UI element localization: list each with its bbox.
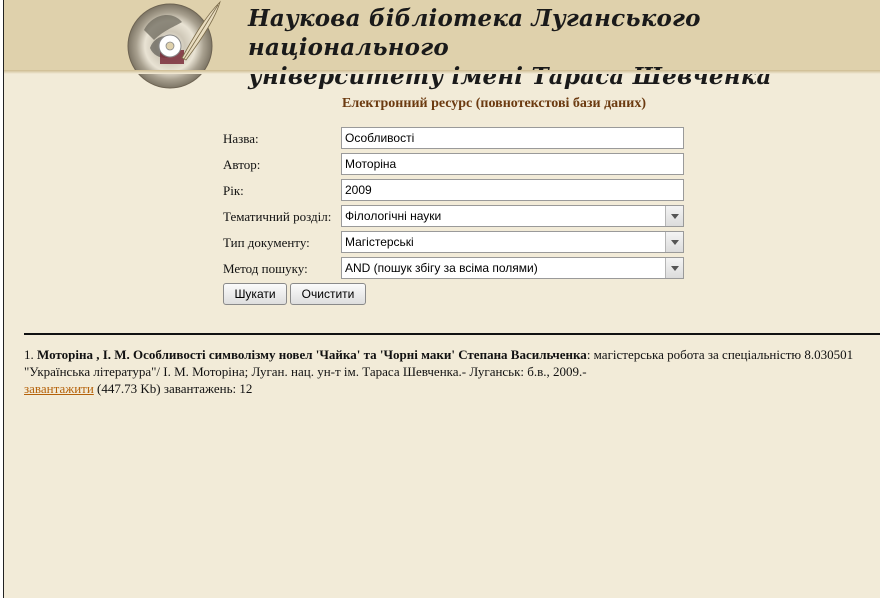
clear-button[interactable]: Очистити [290, 283, 366, 305]
search-method-label: Метод пошуку: [223, 261, 308, 276]
library-title-line-2: університету імені Тараса Шевченка [248, 63, 772, 90]
title-label: Назва: [223, 131, 259, 146]
results-divider [24, 333, 880, 335]
author-row: Автор: Моторіна [223, 153, 688, 175]
library-logo-icon [127, 0, 221, 89]
download-link[interactable]: завантажити [24, 381, 94, 396]
search-button[interactable]: Шукати [223, 283, 287, 305]
result-item: 1. Моторіна , І. М. Особливості символіз… [24, 346, 879, 397]
year-input[interactable]: 2009 [341, 179, 684, 201]
title-row: Назва: Особливості [223, 127, 688, 149]
library-title-line-1: Наукова бібліотека Луганського національ… [248, 5, 701, 61]
chevron-down-icon[interactable] [665, 258, 683, 278]
search-method-row: Метод пошуку: AND (пошук збігу за всіма … [223, 257, 688, 279]
doc-type-row: Тип документу: Магістерські [223, 231, 688, 253]
year-label: Рік: [223, 183, 244, 198]
doc-type-label: Тип документу: [223, 235, 310, 250]
author-input[interactable]: Моторіна [341, 153, 684, 175]
title-input[interactable]: Особливості [341, 127, 684, 149]
chevron-down-icon[interactable] [665, 206, 683, 226]
doc-type-select-value: Магістерські [345, 235, 414, 249]
subject-row: Тематичний розділ: Філологічні науки [223, 205, 688, 227]
year-row: Рік: 2009 [223, 179, 688, 201]
header-banner: Наукова бібліотека Луганського національ… [4, 0, 880, 90]
subject-label: Тематичний розділ: [223, 209, 332, 224]
page: Наукова бібліотека Луганського національ… [3, 0, 880, 598]
library-title: Наукова бібліотека Луганського національ… [248, 4, 868, 91]
result-number: 1. [24, 347, 34, 362]
subject-select[interactable]: Філологічні науки [341, 205, 684, 227]
search-method-select-value: AND (пошук збігу за всіма полями) [345, 261, 538, 275]
chevron-down-icon[interactable] [665, 232, 683, 252]
search-method-select[interactable]: AND (пошук збігу за всіма полями) [341, 257, 684, 279]
subject-select-value: Філологічні науки [345, 209, 442, 223]
doc-type-select[interactable]: Магістерські [341, 231, 684, 253]
file-size: (447.73 Kb) [97, 381, 161, 396]
download-count: завантажень: 12 [163, 381, 253, 396]
author-label: Автор: [223, 157, 261, 172]
section-title: Електронний ресурс (повнотекстові бази д… [342, 96, 646, 111]
header-shadow [4, 70, 880, 74]
result-citation-title: Моторіна , І. М. Особливості символізму … [37, 347, 587, 362]
